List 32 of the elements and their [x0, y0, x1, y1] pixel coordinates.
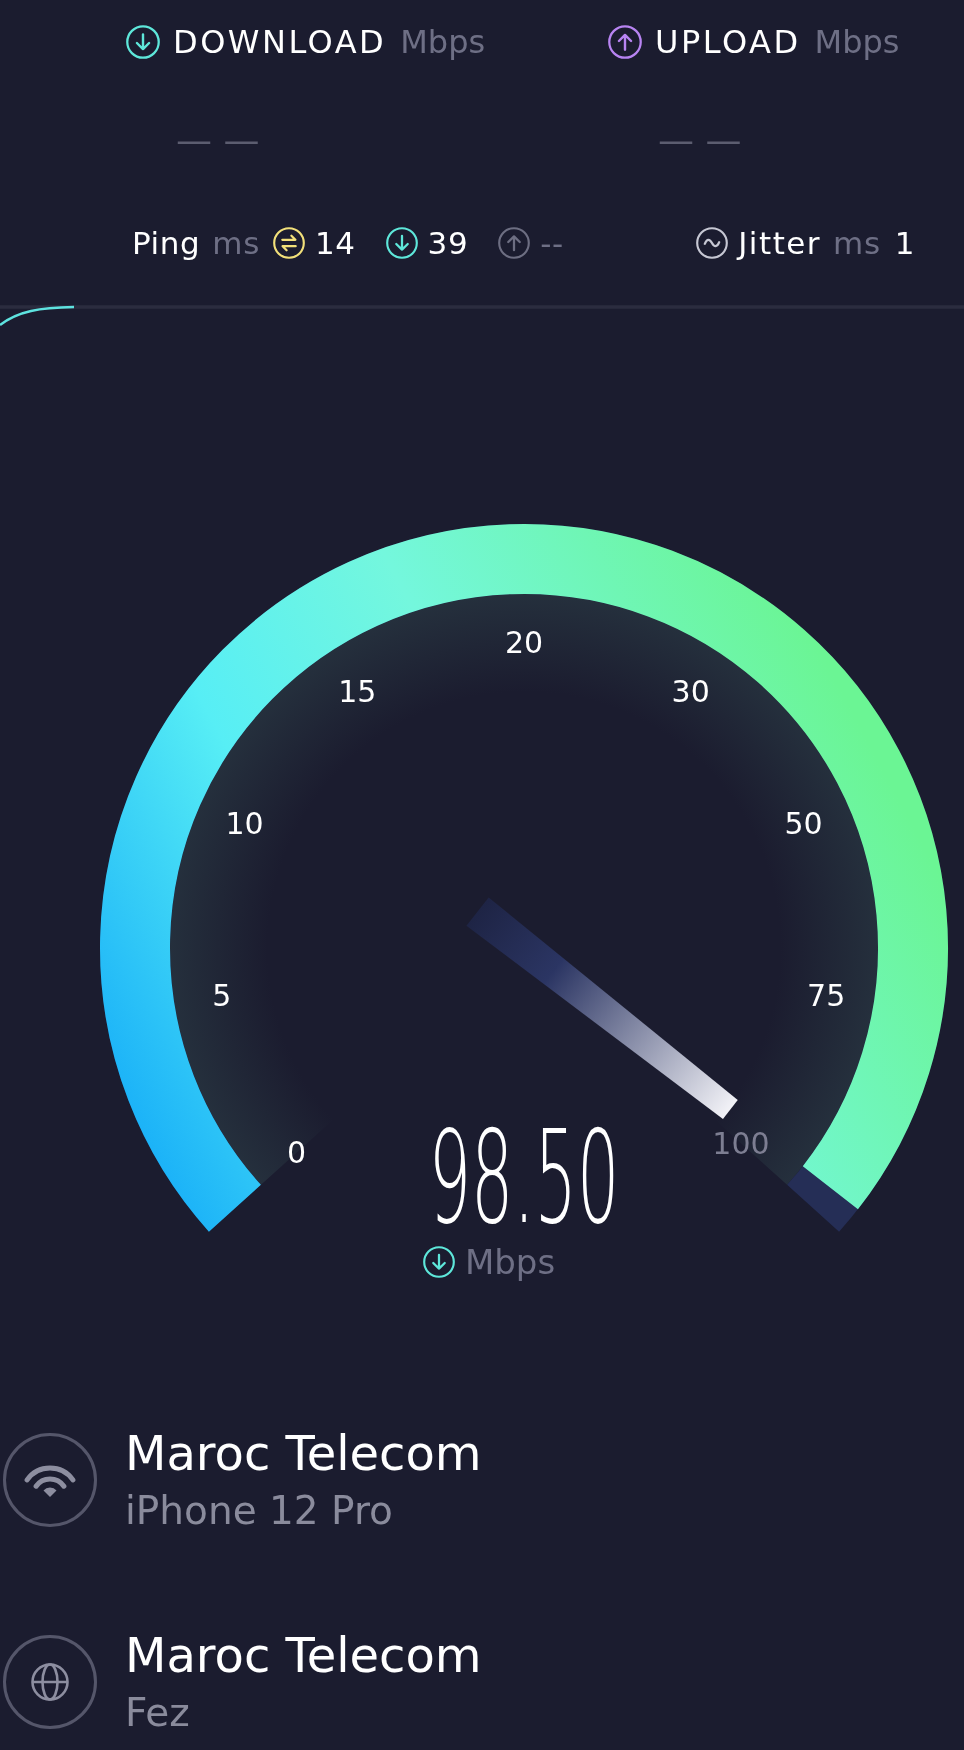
ping-value: 39	[427, 225, 469, 261]
gauge-scale-label: 50	[784, 806, 823, 841]
speed-value: 98.50	[428, 1102, 620, 1240]
result-value: — —	[176, 121, 260, 161]
gauge-scale-label: 0	[287, 1135, 307, 1171]
network-detail: Fez	[125, 1689, 190, 1737]
result-unit: Mbps	[400, 22, 486, 62]
ping-value: --	[540, 225, 564, 261]
gauge-scale-label: 10	[225, 806, 264, 841]
jitter-value: 1	[894, 225, 915, 261]
network-name: Maroc Telecom	[125, 1626, 482, 1684]
gauge-scale-label: 75	[807, 978, 846, 1014]
ping-value: 14	[314, 225, 356, 261]
jitter-label: Jitter	[738, 225, 822, 261]
wifi-icon	[3, 1433, 97, 1527]
gauge-scale-label: 5	[212, 978, 232, 1014]
speed-unit: Mbps	[464, 1242, 556, 1282]
jitter-unit: ms	[833, 225, 881, 261]
result-label: UPLOAD	[655, 22, 801, 62]
gauge-scale-label: 15	[338, 673, 377, 709]
globe-icon	[3, 1635, 97, 1729]
gauge-scale-label: 30	[671, 673, 710, 709]
ping-label: Ping	[132, 225, 201, 261]
network-detail: iPhone 12 Pro	[125, 1487, 393, 1535]
result-value: — —	[658, 121, 742, 161]
ping-unit: ms	[212, 225, 260, 261]
gauge-scale-label: 100	[712, 1125, 770, 1161]
network-name: Maroc Telecom	[125, 1424, 482, 1482]
wave-icon	[696, 227, 729, 259]
result-unit: Mbps	[814, 22, 900, 62]
result-label: DOWNLOAD	[173, 22, 387, 62]
gauge-scale-label: 20	[504, 624, 544, 660]
